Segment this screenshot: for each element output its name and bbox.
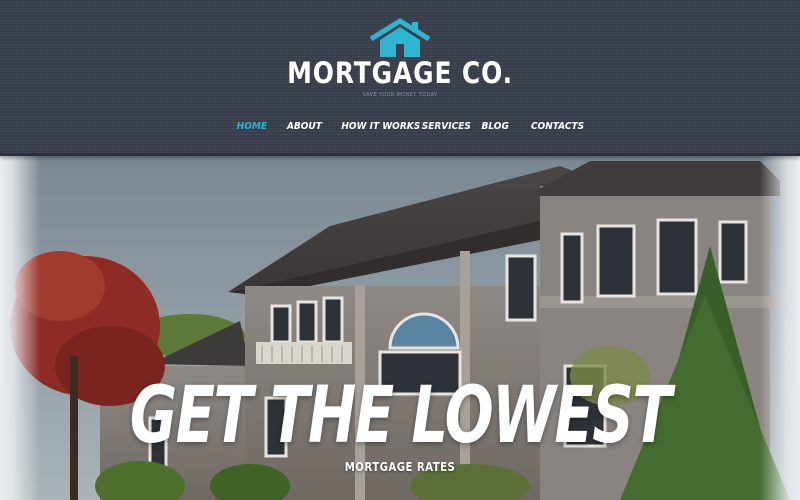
brand-tagline: SAVE YOUR MONEY TODAY [362,92,438,98]
nav-blog[interactable]: BLOG [482,121,509,132]
nav-about[interactable]: ABOUT [287,121,322,132]
site-header: MORTGAGE CO. SAVE YOUR MONEY TODAY HOME … [0,0,800,156]
nav-contacts[interactable]: CONTACTS [531,121,584,132]
main-nav: HOME ABOUT HOW IT WORKS SERVICES BLOG CO… [0,121,800,135]
hero-headline: GET THE LOWEST [129,371,672,461]
nav-services[interactable]: SERVICES [422,121,471,132]
nav-how-it-works[interactable]: HOW IT WORKS [341,121,420,132]
house-icon[interactable] [368,18,432,58]
hero-subheadline: MORTGAGE RATES [344,460,456,474]
hero-banner: GET THE LOWEST MORTGAGE RATES [0,156,800,500]
nav-home[interactable]: HOME [237,121,267,132]
brand-title[interactable]: MORTGAGE CO. [56,56,744,90]
